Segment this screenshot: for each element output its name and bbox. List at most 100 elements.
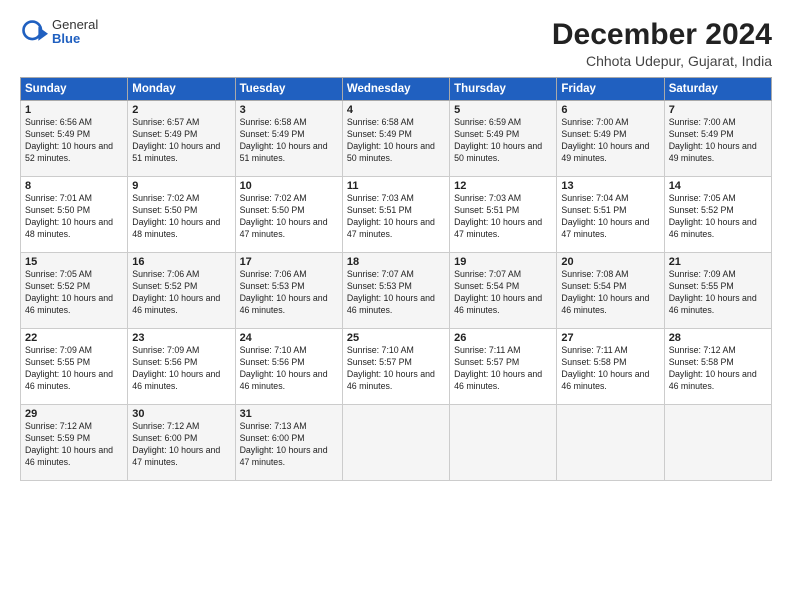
week-row-2: 8Sunrise: 7:01 AMSunset: 5:50 PMDaylight… — [21, 177, 772, 253]
day-number: 2 — [132, 104, 230, 116]
day-detail: Sunrise: 6:58 AMSunset: 5:49 PMDaylight:… — [240, 117, 328, 163]
day-detail: Sunrise: 7:12 AMSunset: 5:58 PMDaylight:… — [669, 345, 757, 391]
day-number: 27 — [561, 332, 659, 344]
day-number: 6 — [561, 104, 659, 116]
logo-icon — [20, 18, 48, 46]
day-number: 11 — [347, 180, 445, 192]
day-detail: Sunrise: 7:05 AMSunset: 5:52 PMDaylight:… — [669, 193, 757, 239]
day-cell: 25Sunrise: 7:10 AMSunset: 5:57 PMDayligh… — [342, 329, 449, 405]
day-detail: Sunrise: 7:09 AMSunset: 5:55 PMDaylight:… — [25, 345, 113, 391]
header: General Blue December 2024 Chhota Udepur… — [20, 18, 772, 69]
day-cell: 15Sunrise: 7:05 AMSunset: 5:52 PMDayligh… — [21, 253, 128, 329]
day-number: 13 — [561, 180, 659, 192]
logo: General Blue — [20, 18, 98, 47]
day-cell: 9Sunrise: 7:02 AMSunset: 5:50 PMDaylight… — [128, 177, 235, 253]
day-cell: 7Sunrise: 7:00 AMSunset: 5:49 PMDaylight… — [664, 101, 771, 177]
day-number: 5 — [454, 104, 552, 116]
day-cell: 31Sunrise: 7:13 AMSunset: 6:00 PMDayligh… — [235, 405, 342, 481]
day-detail: Sunrise: 7:06 AMSunset: 5:52 PMDaylight:… — [132, 269, 220, 315]
column-header-wednesday: Wednesday — [342, 78, 449, 101]
day-cell: 28Sunrise: 7:12 AMSunset: 5:58 PMDayligh… — [664, 329, 771, 405]
day-detail: Sunrise: 7:10 AMSunset: 5:56 PMDaylight:… — [240, 345, 328, 391]
day-cell: 13Sunrise: 7:04 AMSunset: 5:51 PMDayligh… — [557, 177, 664, 253]
day-detail: Sunrise: 6:57 AMSunset: 5:49 PMDaylight:… — [132, 117, 220, 163]
logo-text: General Blue — [52, 18, 98, 47]
day-detail: Sunrise: 7:09 AMSunset: 5:55 PMDaylight:… — [669, 269, 757, 315]
day-number: 15 — [25, 256, 123, 268]
day-number: 4 — [347, 104, 445, 116]
day-cell: 1Sunrise: 6:56 AMSunset: 5:49 PMDaylight… — [21, 101, 128, 177]
week-row-1: 1Sunrise: 6:56 AMSunset: 5:49 PMDaylight… — [21, 101, 772, 177]
day-number: 21 — [669, 256, 767, 268]
day-detail: Sunrise: 7:05 AMSunset: 5:52 PMDaylight:… — [25, 269, 113, 315]
title-block: December 2024 Chhota Udepur, Gujarat, In… — [552, 18, 772, 69]
day-cell: 2Sunrise: 6:57 AMSunset: 5:49 PMDaylight… — [128, 101, 235, 177]
day-cell: 22Sunrise: 7:09 AMSunset: 5:55 PMDayligh… — [21, 329, 128, 405]
day-number: 18 — [347, 256, 445, 268]
day-detail: Sunrise: 7:13 AMSunset: 6:00 PMDaylight:… — [240, 421, 328, 467]
day-detail: Sunrise: 7:06 AMSunset: 5:53 PMDaylight:… — [240, 269, 328, 315]
day-cell: 4Sunrise: 6:58 AMSunset: 5:49 PMDaylight… — [342, 101, 449, 177]
day-detail: Sunrise: 7:00 AMSunset: 5:49 PMDaylight:… — [561, 117, 649, 163]
day-number: 31 — [240, 408, 338, 420]
day-cell: 23Sunrise: 7:09 AMSunset: 5:56 PMDayligh… — [128, 329, 235, 405]
day-cell: 12Sunrise: 7:03 AMSunset: 5:51 PMDayligh… — [450, 177, 557, 253]
day-detail: Sunrise: 7:12 AMSunset: 5:59 PMDaylight:… — [25, 421, 113, 467]
day-detail: Sunrise: 7:08 AMSunset: 5:54 PMDaylight:… — [561, 269, 649, 315]
day-number: 8 — [25, 180, 123, 192]
day-cell: 20Sunrise: 7:08 AMSunset: 5:54 PMDayligh… — [557, 253, 664, 329]
day-detail: Sunrise: 6:58 AMSunset: 5:49 PMDaylight:… — [347, 117, 435, 163]
location: Chhota Udepur, Gujarat, India — [552, 53, 772, 69]
page: General Blue December 2024 Chhota Udepur… — [0, 0, 792, 612]
week-row-3: 15Sunrise: 7:05 AMSunset: 5:52 PMDayligh… — [21, 253, 772, 329]
day-cell: 24Sunrise: 7:10 AMSunset: 5:56 PMDayligh… — [235, 329, 342, 405]
day-detail: Sunrise: 7:04 AMSunset: 5:51 PMDaylight:… — [561, 193, 649, 239]
day-number: 25 — [347, 332, 445, 344]
day-detail: Sunrise: 7:02 AMSunset: 5:50 PMDaylight:… — [240, 193, 328, 239]
day-cell: 14Sunrise: 7:05 AMSunset: 5:52 PMDayligh… — [664, 177, 771, 253]
day-number: 14 — [669, 180, 767, 192]
day-number: 28 — [669, 332, 767, 344]
day-cell: 3Sunrise: 6:58 AMSunset: 5:49 PMDaylight… — [235, 101, 342, 177]
day-detail: Sunrise: 7:03 AMSunset: 5:51 PMDaylight:… — [347, 193, 435, 239]
day-cell — [450, 405, 557, 481]
day-number: 22 — [25, 332, 123, 344]
day-cell — [664, 405, 771, 481]
day-detail: Sunrise: 6:59 AMSunset: 5:49 PMDaylight:… — [454, 117, 542, 163]
day-number: 1 — [25, 104, 123, 116]
day-cell: 21Sunrise: 7:09 AMSunset: 5:55 PMDayligh… — [664, 253, 771, 329]
column-header-friday: Friday — [557, 78, 664, 101]
day-detail: Sunrise: 7:01 AMSunset: 5:50 PMDaylight:… — [25, 193, 113, 239]
day-number: 19 — [454, 256, 552, 268]
day-cell: 29Sunrise: 7:12 AMSunset: 5:59 PMDayligh… — [21, 405, 128, 481]
day-detail: Sunrise: 7:11 AMSunset: 5:57 PMDaylight:… — [454, 345, 542, 391]
day-cell: 16Sunrise: 7:06 AMSunset: 5:52 PMDayligh… — [128, 253, 235, 329]
day-cell: 10Sunrise: 7:02 AMSunset: 5:50 PMDayligh… — [235, 177, 342, 253]
day-detail: Sunrise: 7:00 AMSunset: 5:49 PMDaylight:… — [669, 117, 757, 163]
column-header-tuesday: Tuesday — [235, 78, 342, 101]
day-number: 30 — [132, 408, 230, 420]
calendar-table: SundayMondayTuesdayWednesdayThursdayFrid… — [20, 77, 772, 481]
calendar-body: 1Sunrise: 6:56 AMSunset: 5:49 PMDaylight… — [21, 101, 772, 481]
day-number: 24 — [240, 332, 338, 344]
column-header-sunday: Sunday — [21, 78, 128, 101]
day-number: 12 — [454, 180, 552, 192]
day-detail: Sunrise: 7:02 AMSunset: 5:50 PMDaylight:… — [132, 193, 220, 239]
day-cell: 6Sunrise: 7:00 AMSunset: 5:49 PMDaylight… — [557, 101, 664, 177]
day-number: 26 — [454, 332, 552, 344]
column-header-monday: Monday — [128, 78, 235, 101]
logo-general-text: General — [52, 18, 98, 32]
day-cell: 11Sunrise: 7:03 AMSunset: 5:51 PMDayligh… — [342, 177, 449, 253]
day-number: 29 — [25, 408, 123, 420]
month-title: December 2024 — [552, 18, 772, 51]
day-number: 23 — [132, 332, 230, 344]
day-detail: Sunrise: 7:10 AMSunset: 5:57 PMDaylight:… — [347, 345, 435, 391]
day-number: 3 — [240, 104, 338, 116]
day-detail: Sunrise: 7:03 AMSunset: 5:51 PMDaylight:… — [454, 193, 542, 239]
day-cell: 18Sunrise: 7:07 AMSunset: 5:53 PMDayligh… — [342, 253, 449, 329]
day-number: 7 — [669, 104, 767, 116]
day-number: 17 — [240, 256, 338, 268]
day-cell: 26Sunrise: 7:11 AMSunset: 5:57 PMDayligh… — [450, 329, 557, 405]
day-number: 20 — [561, 256, 659, 268]
day-cell: 30Sunrise: 7:12 AMSunset: 6:00 PMDayligh… — [128, 405, 235, 481]
